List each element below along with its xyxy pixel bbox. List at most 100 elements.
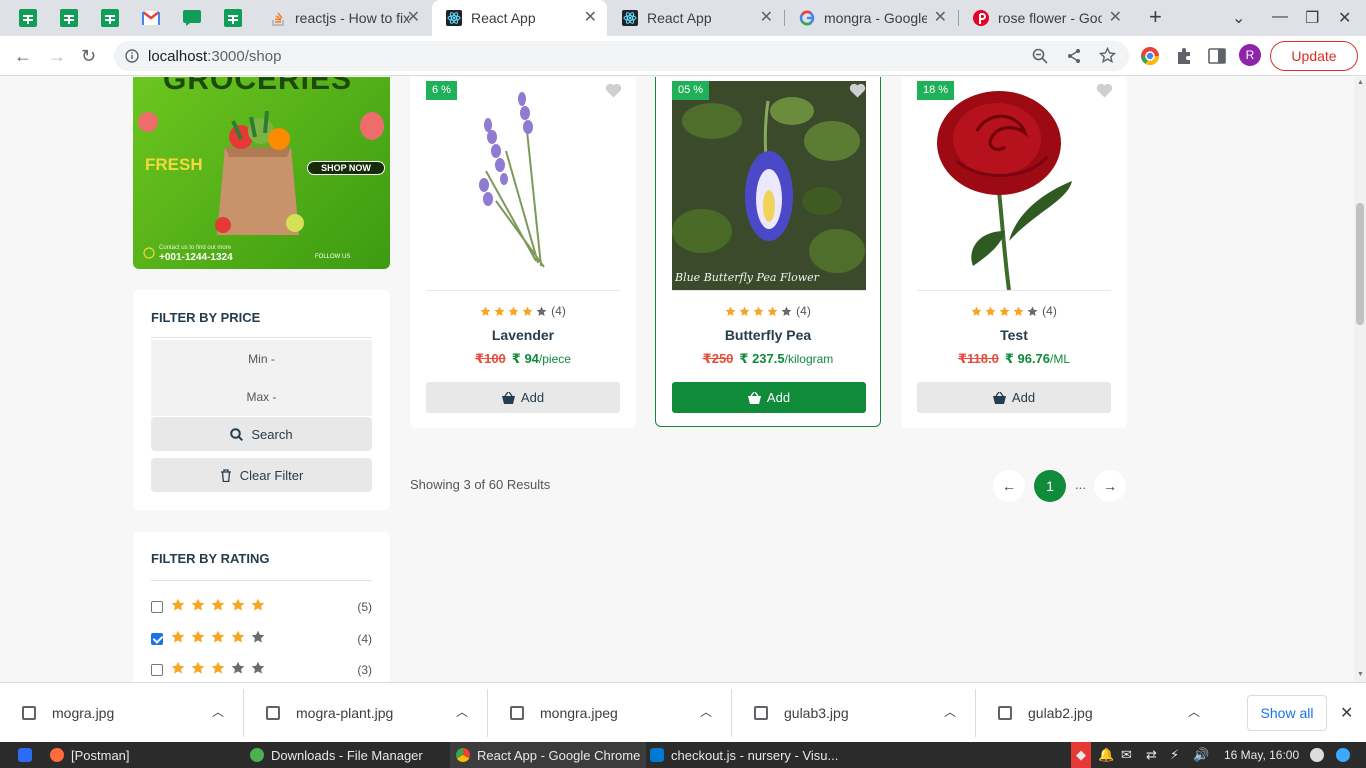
- product-card-test[interactable]: 18 % (4) Test ₹118.0 ₹ 96.76/ML Add: [901, 77, 1127, 428]
- page-scrollbar[interactable]: ▲ ▼: [1354, 77, 1366, 682]
- reload-icon[interactable]: ↻: [81, 46, 96, 66]
- close-tab-icon[interactable]: ✕: [1109, 10, 1122, 26]
- show-all-downloads-button[interactable]: Show all: [1247, 695, 1327, 731]
- download-item[interactable]: gulab3.jpg ︿: [732, 683, 976, 743]
- discount-badge: 6 %: [426, 81, 457, 100]
- chevron-up-icon[interactable]: ︿: [700, 703, 712, 720]
- rating-count: (3): [357, 663, 372, 677]
- rating-row-3[interactable]: (3): [151, 661, 372, 678]
- search-button[interactable]: Search: [151, 417, 372, 451]
- max-price-input[interactable]: Max -: [151, 378, 372, 416]
- star-filled-icon: [211, 598, 225, 611]
- wishlist-heart-icon[interactable]: [849, 83, 866, 98]
- gmail-pinned-tab[interactable]: [133, 6, 169, 30]
- add-to-cart-button[interactable]: Add: [426, 382, 620, 413]
- sheets-pinned-tab[interactable]: [51, 6, 87, 30]
- chevron-up-icon[interactable]: ︿: [212, 703, 224, 720]
- taskbar-file-manager[interactable]: Downloads - File Manager: [250, 742, 423, 768]
- download-item[interactable]: mogra-plant.jpg ︿: [244, 683, 488, 743]
- min-price-input[interactable]: Min -: [151, 340, 372, 378]
- tab-search-chevron-icon[interactable]: ⌄: [1232, 8, 1245, 28]
- product-image[interactable]: [426, 81, 620, 290]
- product-card-butterfly-pea[interactable]: Blue Butterfly Pea Flower 05 % (4) Butte…: [655, 77, 881, 427]
- star-filled-icon: [985, 306, 996, 316]
- chevron-up-icon[interactable]: ︿: [1188, 703, 1200, 720]
- groceries-promo-banner[interactable]: GROCERIES FRESH SHOP NOW Contact us to f…: [133, 77, 390, 269]
- scrollbar-thumb[interactable]: [1356, 203, 1364, 325]
- rating-3-checkbox[interactable]: [151, 664, 163, 676]
- close-tab-icon[interactable]: ✕: [760, 10, 773, 26]
- sheets-pinned-tab[interactable]: [92, 6, 128, 30]
- scroll-down-icon[interactable]: ▼: [1357, 671, 1364, 678]
- sheets-pinned-tab[interactable]: [10, 6, 46, 30]
- tab-rose-flower[interactable]: rose flower - Goog ✕: [959, 0, 1132, 36]
- add-to-cart-button[interactable]: Add: [672, 382, 866, 413]
- next-page-button[interactable]: →: [1094, 470, 1126, 502]
- banner-fresh-label: FRESH: [145, 155, 203, 174]
- product-name[interactable]: Lavender: [410, 327, 636, 343]
- wishlist-heart-icon[interactable]: [1096, 83, 1113, 98]
- forward-icon[interactable]: →: [48, 46, 66, 66]
- scroll-up-icon[interactable]: ▲: [1357, 79, 1364, 86]
- update-button[interactable]: Update: [1270, 41, 1358, 71]
- product-card-lavender[interactable]: 6 % (4) Lavender ₹100 ₹ 94/piece Add: [410, 77, 636, 428]
- image-file-icon: [266, 706, 280, 720]
- close-tab-icon[interactable]: ✕: [407, 10, 420, 26]
- close-downloads-icon[interactable]: ✕: [1340, 703, 1353, 723]
- profile-avatar[interactable]: R: [1239, 44, 1261, 66]
- page-1-button[interactable]: 1: [1034, 470, 1066, 502]
- star-empty-icon: [251, 630, 265, 643]
- prev-page-button[interactable]: ←: [993, 470, 1025, 502]
- add-to-cart-button[interactable]: Add: [917, 382, 1111, 413]
- anydesk-tray-icon[interactable]: ◆: [1071, 742, 1091, 768]
- side-panel-icon: [1208, 48, 1226, 64]
- tray-app-icon[interactable]: [1336, 742, 1350, 768]
- chevron-up-icon[interactable]: ︿: [456, 703, 468, 720]
- notification-bell-icon[interactable]: 🔔: [1098, 742, 1114, 768]
- start-menu-button[interactable]: [18, 742, 32, 768]
- chevron-up-icon[interactable]: ︿: [944, 703, 956, 720]
- wishlist-heart-icon[interactable]: [605, 83, 622, 98]
- clear-filter-button[interactable]: Clear Filter: [151, 458, 372, 492]
- react-icon: [622, 10, 638, 26]
- tray-app-icon[interactable]: [1310, 742, 1324, 768]
- tab-reactjs[interactable]: reactjs - How to fix ✕: [256, 0, 430, 36]
- close-tab-icon[interactable]: ✕: [934, 10, 947, 26]
- system-clock[interactable]: 16 May, 16:00: [1224, 748, 1299, 762]
- discount-badge: 18 %: [917, 81, 955, 100]
- url-text[interactable]: localhost:3000/shop: [148, 48, 281, 65]
- rating-4-checkbox[interactable]: [151, 633, 163, 645]
- taskbar-vscode[interactable]: checkout.js - nursery - Visu...: [650, 742, 838, 768]
- product-image[interactable]: [917, 81, 1111, 290]
- network-tray-icon[interactable]: ⇄: [1146, 742, 1157, 768]
- address-bar[interactable]: localhost:3000/shop: [114, 41, 1129, 71]
- product-name[interactable]: Butterfly Pea: [656, 327, 880, 343]
- download-item[interactable]: mogra.jpg ︿: [0, 683, 244, 743]
- new-tab-icon[interactable]: +: [1149, 4, 1162, 30]
- close-tab-icon[interactable]: ✕: [584, 10, 597, 26]
- rating-stars: [171, 598, 265, 612]
- mail-tray-icon[interactable]: ✉: [1121, 742, 1132, 768]
- shop-now-button[interactable]: SHOP NOW: [307, 161, 385, 175]
- download-item[interactable]: gulab2.jpg ︿: [976, 683, 1220, 743]
- minimize-icon[interactable]: —: [1272, 8, 1288, 26]
- rating-5-checkbox[interactable]: [151, 601, 163, 613]
- tab-react-app-active[interactable]: React App ✕: [432, 0, 607, 36]
- close-window-icon[interactable]: ✕: [1338, 8, 1351, 28]
- power-tray-icon[interactable]: ⚡: [1170, 742, 1179, 768]
- maximize-icon[interactable]: ❐: [1305, 8, 1319, 28]
- back-icon[interactable]: ←: [14, 46, 32, 66]
- taskbar-postman[interactable]: [Postman]: [50, 742, 130, 768]
- volume-tray-icon[interactable]: 🔊: [1193, 742, 1209, 768]
- sheets-pinned-tab[interactable]: [215, 6, 251, 30]
- rating-row-5[interactable]: (5): [151, 598, 372, 615]
- chat-pinned-tab[interactable]: [174, 6, 210, 30]
- tab-react-app[interactable]: React App ✕: [608, 0, 783, 36]
- taskbar-label: [Postman]: [71, 747, 130, 763]
- taskbar-chrome[interactable]: React App - Google Chrome: [450, 742, 647, 768]
- tab-mongra-google[interactable]: mongra - Google S ✕: [785, 0, 957, 36]
- rating-row-4[interactable]: (4): [151, 630, 372, 647]
- product-image[interactable]: Blue Butterfly Pea Flower: [672, 81, 866, 290]
- download-item[interactable]: mongra.jpeg ︿: [488, 683, 732, 743]
- product-name[interactable]: Test: [901, 327, 1127, 343]
